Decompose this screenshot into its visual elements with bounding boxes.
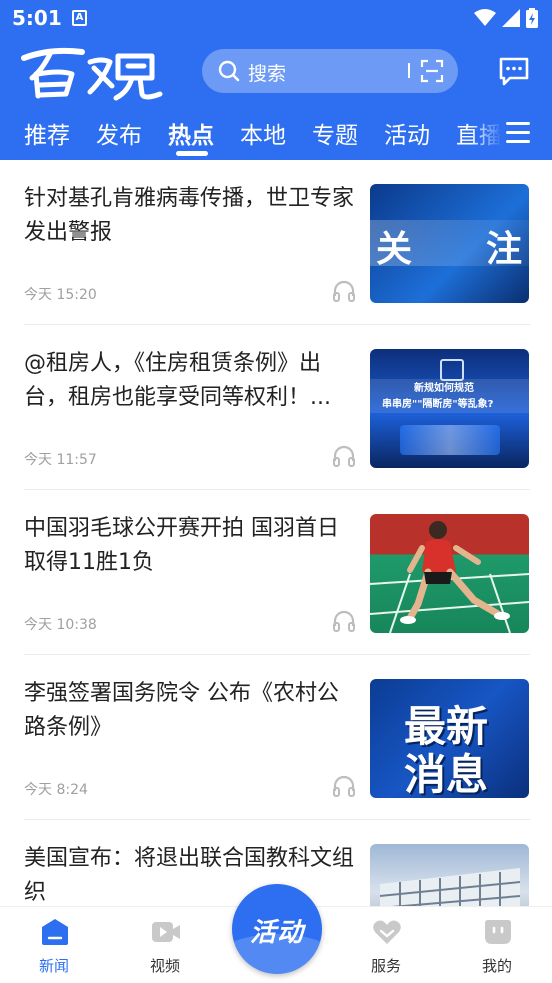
- news-item[interactable]: 李强签署国务院令 公布《农村公路条例》 今天 8:24 最新 消息: [0, 655, 552, 820]
- news-title: 李强签署国务院令 公布《农村公路条例》: [24, 681, 339, 740]
- status-time: 5:01: [12, 6, 62, 30]
- message-icon[interactable]: [498, 56, 530, 86]
- nav-label: 视频: [149, 957, 180, 975]
- thumb-label: 消息: [404, 750, 489, 798]
- activity-center-button[interactable]: 活动: [232, 884, 322, 974]
- news-icon: [42, 919, 68, 945]
- headphone-icon[interactable]: [332, 445, 356, 467]
- thumb-label: 注: [486, 229, 523, 270]
- nav-label: 服务: [370, 957, 401, 975]
- news-list: 针对基孔肯雅病毒传播，世卫专家发出警报 今天 15:20 关 注 @租房人，《住…: [0, 160, 552, 906]
- thumb-label: 串串房""隔断房"等乱象?: [382, 399, 494, 410]
- tab-publish[interactable]: 发布: [96, 116, 142, 150]
- app-header: 5:01 A 百观 搜索 推荐 发布 热点 本地 专题 活动 直播: [0, 0, 552, 160]
- profile-icon: [485, 920, 511, 944]
- news-thumbnail: 新规如何规范 串串房""隔断房"等乱象?: [370, 349, 529, 468]
- search-divider: [408, 63, 410, 78]
- tab-fade: [470, 112, 502, 160]
- tab-recommend[interactable]: 推荐: [24, 116, 70, 150]
- search-placeholder: 搜索: [248, 63, 287, 85]
- news-thumbnail: [370, 844, 529, 906]
- tab-hot[interactable]: 热点: [168, 116, 214, 150]
- news-item[interactable]: @租房人，《住房租赁条例》出台，租房也能享受同等权利！... 今天 11:57 …: [0, 325, 552, 490]
- news-thumbnail: [370, 514, 529, 633]
- tab-topic[interactable]: 专题: [312, 116, 358, 150]
- nav-news[interactable]: 新闻: [14, 907, 94, 983]
- wifi-icon: [474, 9, 496, 26]
- news-time: 今天 8:24: [24, 782, 88, 798]
- menu-icon[interactable]: [506, 122, 530, 144]
- news-title: 中国羽毛球公开赛开拍 国羽首日取得11胜1负: [24, 516, 339, 575]
- news-thumbnail: 最新 消息: [370, 679, 529, 798]
- scan-icon[interactable]: [420, 59, 444, 83]
- news-title: 针对基孔肯雅病毒传播，世卫专家发出警报: [24, 186, 354, 245]
- status-icons: [474, 8, 538, 28]
- nav-profile[interactable]: 我的: [457, 907, 537, 983]
- tab-activity[interactable]: 活动: [384, 116, 430, 150]
- baiguan-logo[interactable]: 百观: [20, 44, 166, 102]
- status-bar: 5:01 A: [0, 0, 552, 36]
- thumb-label: 关: [376, 229, 413, 270]
- building-image: [379, 868, 521, 906]
- app-notification-icon: A: [72, 10, 87, 26]
- channel-tabs: 推荐 发布 热点 本地 专题 活动 直播: [0, 112, 552, 160]
- badminton-player-image: [370, 521, 529, 633]
- signal-icon: [502, 9, 520, 27]
- activity-center-label: 活动: [249, 918, 304, 948]
- news-time: 今天 15:20: [24, 287, 97, 303]
- headphone-icon[interactable]: [332, 775, 356, 797]
- thumb-label: 新规如何规范: [414, 383, 474, 394]
- nav-label: 我的: [481, 957, 512, 975]
- nav-service[interactable]: 服务: [346, 907, 426, 983]
- news-time: 今天 11:57: [24, 452, 97, 468]
- active-tab-indicator: [176, 151, 208, 156]
- headphone-icon[interactable]: [332, 280, 356, 302]
- search-bar[interactable]: 搜索: [202, 49, 458, 93]
- service-heart-icon: [373, 920, 401, 944]
- search-icon: [218, 60, 240, 82]
- news-item[interactable]: 针对基孔肯雅病毒传播，世卫专家发出警报 今天 15:20 关 注: [0, 160, 552, 325]
- news-item[interactable]: 中国羽毛球公开赛开拍 国羽首日取得11胜1负 今天 10:38: [0, 490, 552, 655]
- nav-video[interactable]: 视频: [125, 907, 205, 983]
- video-icon: [152, 922, 180, 942]
- headphone-icon[interactable]: [332, 610, 356, 632]
- tab-local[interactable]: 本地: [240, 116, 286, 150]
- news-thumbnail: 关 注: [370, 184, 529, 303]
- battery-icon: [526, 8, 538, 28]
- news-time: 今天 10:38: [24, 617, 97, 633]
- news-title: @租房人，《住房租赁条例》出台，租房也能享受同等权利！...: [24, 351, 331, 410]
- nav-label: 新闻: [38, 957, 69, 975]
